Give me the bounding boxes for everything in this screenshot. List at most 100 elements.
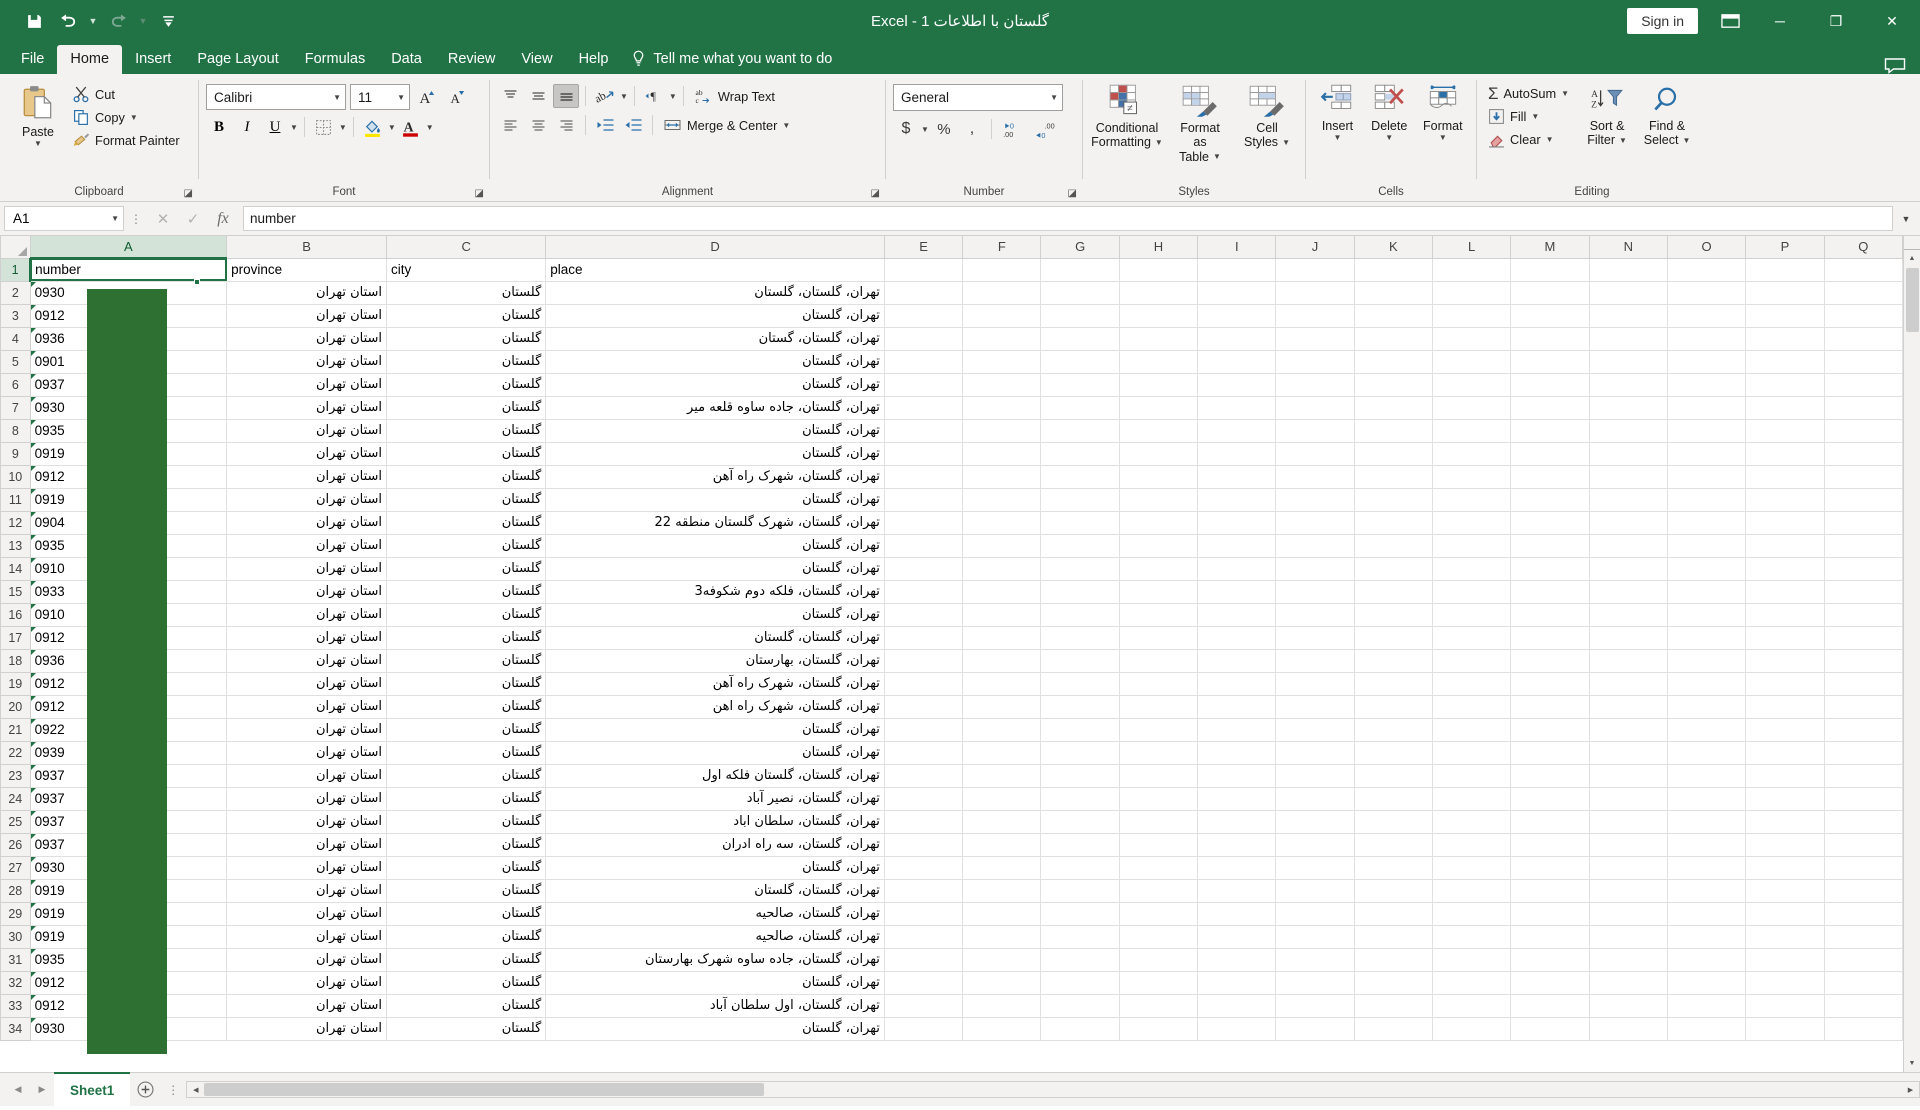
- cell-F16[interactable]: [962, 602, 1042, 627]
- scroll-up-icon[interactable]: ▲: [1903, 250, 1920, 267]
- cell-P10[interactable]: [1745, 464, 1825, 489]
- cell-F26[interactable]: [962, 832, 1042, 857]
- cell-N22[interactable]: [1588, 740, 1668, 765]
- cell-O17[interactable]: [1666, 625, 1747, 650]
- vertical-scroll-track[interactable]: [1903, 333, 1920, 1055]
- cell-P17[interactable]: [1745, 625, 1825, 650]
- cell-H10[interactable]: [1118, 464, 1199, 489]
- cell-Q32[interactable]: [1823, 970, 1903, 995]
- cell-K14[interactable]: [1353, 556, 1433, 581]
- cell-K28[interactable]: [1353, 878, 1433, 903]
- fill-color-icon[interactable]: [360, 115, 386, 139]
- name-box-dropdown-icon[interactable]: ▼: [111, 214, 119, 223]
- cell-O11[interactable]: [1666, 487, 1747, 512]
- cell-P18[interactable]: [1745, 648, 1825, 673]
- cell-J21[interactable]: [1275, 717, 1355, 742]
- cell-E24[interactable]: [883, 786, 964, 811]
- cell-F10[interactable]: [962, 464, 1042, 489]
- cell-D26[interactable]: تهران، گلستان، سه راه ادران: [545, 832, 885, 857]
- cell-G12[interactable]: [1040, 510, 1120, 535]
- cell-J22[interactable]: [1275, 740, 1355, 765]
- row-header-30[interactable]: 30: [0, 924, 31, 949]
- cell-C6[interactable]: گلستان: [386, 372, 547, 397]
- cell-C4[interactable]: گلستان: [386, 326, 547, 351]
- cell-K33[interactable]: [1353, 993, 1433, 1018]
- cell-J4[interactable]: [1275, 326, 1355, 351]
- cell-J7[interactable]: [1275, 395, 1355, 420]
- cell-K2[interactable]: [1353, 280, 1433, 305]
- cell-J13[interactable]: [1275, 533, 1355, 558]
- cell-J30[interactable]: [1275, 924, 1355, 949]
- cell-B9[interactable]: استان تهران: [226, 441, 388, 466]
- cell-G2[interactable]: [1040, 280, 1120, 305]
- cell-J29[interactable]: [1275, 901, 1355, 926]
- cell-L12[interactable]: [1431, 510, 1512, 535]
- percent-icon[interactable]: %: [931, 117, 957, 141]
- column-header-l[interactable]: L: [1431, 236, 1512, 259]
- cell-N8[interactable]: [1588, 418, 1668, 443]
- cell-G27[interactable]: [1040, 855, 1120, 880]
- cell-N16[interactable]: [1588, 602, 1668, 627]
- cell-Q4[interactable]: [1823, 326, 1903, 351]
- cell-N20[interactable]: [1588, 694, 1668, 719]
- cell-N14[interactable]: [1588, 556, 1668, 581]
- sheet-tab-sheet1[interactable]: Sheet1: [54, 1072, 131, 1106]
- row-header-8[interactable]: 8: [0, 418, 31, 443]
- cell-O30[interactable]: [1666, 924, 1747, 949]
- cell-L19[interactable]: [1431, 671, 1512, 696]
- cell-L11[interactable]: [1431, 487, 1512, 512]
- cell-O9[interactable]: [1666, 441, 1747, 466]
- cell-P12[interactable]: [1745, 510, 1825, 535]
- cell-C22[interactable]: گلستان: [386, 740, 547, 765]
- cell-K17[interactable]: [1353, 625, 1433, 650]
- cell-E13[interactable]: [883, 533, 964, 558]
- cell-D23[interactable]: تهران، گلستان، گلستان فلکه اول: [545, 763, 885, 788]
- cell-I34[interactable]: [1197, 1016, 1277, 1041]
- format-as-table-dropdown-icon[interactable]: ▼: [1213, 152, 1221, 161]
- cell-F2[interactable]: [962, 280, 1042, 305]
- cell-D22[interactable]: تهران، گلستان: [545, 740, 885, 765]
- cell-P3[interactable]: [1745, 303, 1825, 328]
- cell-G3[interactable]: [1040, 303, 1120, 328]
- cell-E8[interactable]: [883, 418, 964, 443]
- cell-B1[interactable]: province: [226, 257, 388, 282]
- cell-B6[interactable]: استان تهران: [226, 372, 388, 397]
- clear-button[interactable]: Clear ▼: [1484, 129, 1573, 150]
- cell-C18[interactable]: گلستان: [386, 648, 547, 673]
- cell-M25[interactable]: [1510, 809, 1590, 834]
- cell-I8[interactable]: [1197, 418, 1277, 443]
- cell-Q30[interactable]: [1823, 924, 1903, 949]
- column-header-m[interactable]: M: [1510, 236, 1590, 259]
- cell-M7[interactable]: [1510, 395, 1590, 420]
- cell-H20[interactable]: [1118, 694, 1199, 719]
- merge-center-dropdown-icon[interactable]: ▼: [782, 121, 790, 130]
- cell-B18[interactable]: استان تهران: [226, 648, 388, 673]
- cell-N11[interactable]: [1588, 487, 1668, 512]
- cell-N25[interactable]: [1588, 809, 1668, 834]
- cell-L8[interactable]: [1431, 418, 1512, 443]
- row-header-32[interactable]: 32: [0, 970, 31, 995]
- cell-M20[interactable]: [1510, 694, 1590, 719]
- cell-L33[interactable]: [1431, 993, 1512, 1018]
- currency-dropdown-icon[interactable]: ▼: [921, 125, 929, 134]
- cell-M22[interactable]: [1510, 740, 1590, 765]
- cell-F33[interactable]: [962, 993, 1042, 1018]
- cell-G11[interactable]: [1040, 487, 1120, 512]
- cell-J20[interactable]: [1275, 694, 1355, 719]
- cell-N12[interactable]: [1588, 510, 1668, 535]
- cell-M32[interactable]: [1510, 970, 1590, 995]
- vertical-scrollbar[interactable]: ▲ ▼: [1903, 236, 1920, 1072]
- row-header-34[interactable]: 34: [0, 1016, 31, 1041]
- align-left-icon[interactable]: [497, 113, 523, 137]
- cell-P25[interactable]: [1745, 809, 1825, 834]
- cell-P30[interactable]: [1745, 924, 1825, 949]
- cell-L14[interactable]: [1431, 556, 1512, 581]
- cell-Q16[interactable]: [1823, 602, 1903, 627]
- cell-I26[interactable]: [1197, 832, 1277, 857]
- cell-J10[interactable]: [1275, 464, 1355, 489]
- underline-button[interactable]: U: [262, 115, 288, 139]
- cell-G31[interactable]: [1040, 947, 1120, 972]
- cell-I30[interactable]: [1197, 924, 1277, 949]
- cell-E25[interactable]: [883, 809, 964, 834]
- cell-B13[interactable]: استان تهران: [226, 533, 388, 558]
